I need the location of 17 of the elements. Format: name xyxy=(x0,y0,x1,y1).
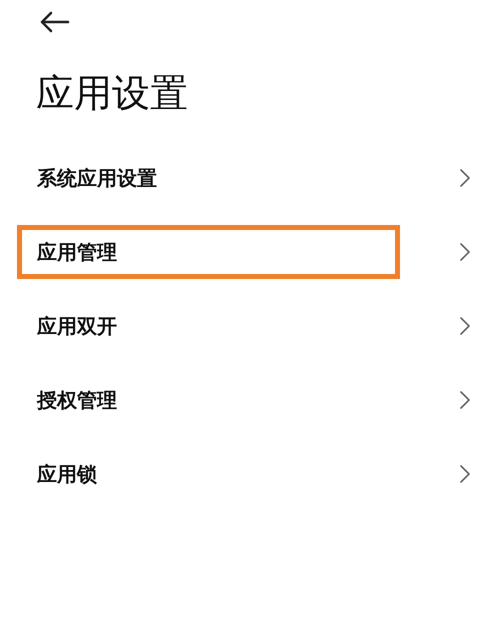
chevron-right-icon xyxy=(460,243,470,261)
item-label: 应用锁 xyxy=(37,461,97,488)
settings-item[interactable]: 系统应用设置 xyxy=(0,141,500,215)
settings-item[interactable]: 授权管理 xyxy=(0,363,500,437)
item-label: 应用双开 xyxy=(37,313,117,340)
page-title: 应用设置 xyxy=(36,74,188,112)
back-button[interactable] xyxy=(38,10,70,34)
chevron-right-icon xyxy=(460,465,470,483)
chevron-right-icon xyxy=(460,169,470,187)
settings-item[interactable]: 应用双开 xyxy=(0,289,500,363)
chevron-right-icon xyxy=(460,391,470,409)
settings-item[interactable]: 应用锁 xyxy=(0,437,500,511)
item-label: 系统应用设置 xyxy=(37,165,157,192)
item-label: 应用管理 xyxy=(37,239,117,266)
settings-item[interactable]: 应用管理 xyxy=(0,215,500,289)
chevron-right-icon xyxy=(460,317,470,335)
item-label: 授权管理 xyxy=(37,387,117,414)
